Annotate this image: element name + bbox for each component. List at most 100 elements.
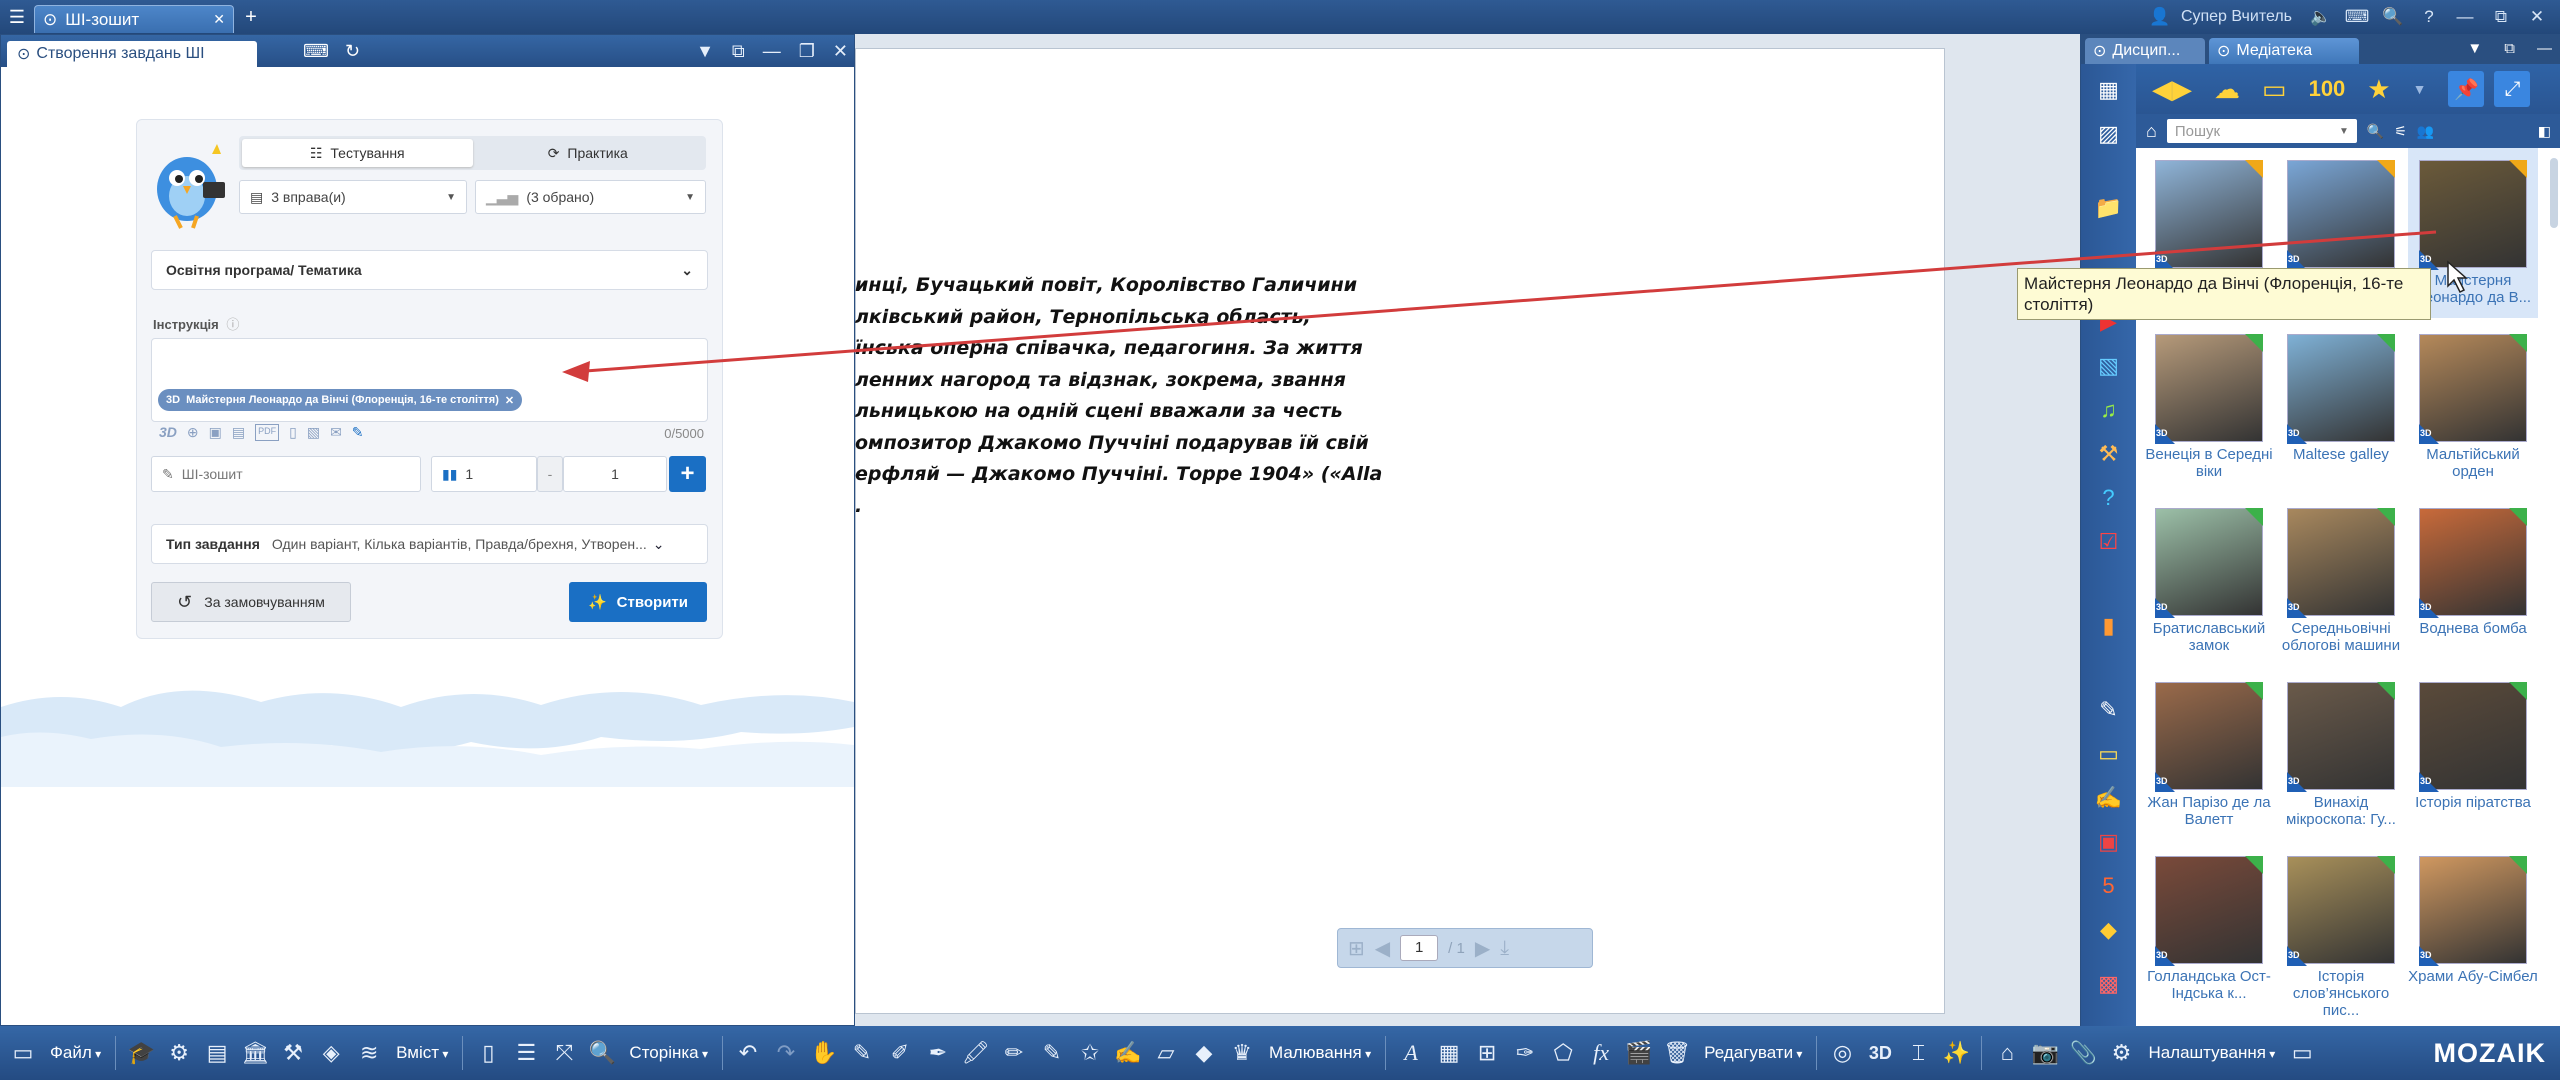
volume-icon[interactable]: 🔈 (2306, 7, 2336, 27)
default-button[interactable]: ↺ За замовчуванням (151, 582, 351, 622)
counter-100[interactable]: 100 (2309, 76, 2346, 102)
notebook-field[interactable]: ✎ ШІ-зошит (151, 456, 421, 492)
media-tile[interactable]: 3D Воднева бомба (2408, 496, 2538, 666)
open-book-icon[interactable]: ▭ (2094, 740, 2124, 768)
media-tile[interactable]: 3D Мальтійський орден (2408, 322, 2538, 492)
keyboard-icon[interactable]: ⌨ (303, 41, 329, 62)
clipboard-icon[interactable]: ▣ (209, 424, 222, 441)
tab-practice[interactable]: ⟳ Практика (473, 139, 704, 167)
media-caption[interactable]: Історія слов’янського пис... (2276, 968, 2406, 1019)
close-icon[interactable]: ✕ (2522, 7, 2552, 27)
cloud-icon[interactable]: ☁ (2214, 74, 2240, 105)
museum-icon[interactable]: 🏛 (240, 1040, 270, 1066)
notes-icon[interactable]: ▤ (202, 1040, 232, 1066)
formula-icon[interactable]: fx (1586, 1040, 1616, 1066)
media-tile[interactable]: 3D Середньовічні облогові машини (2276, 496, 2406, 666)
text-icon[interactable]: A (1396, 1040, 1426, 1066)
question-icon[interactable]: ? (2094, 484, 2124, 512)
exercises-select[interactable]: ▤ 3 вправа(и) ▼ (239, 180, 467, 214)
media-caption[interactable]: Мальтійський орден (2408, 446, 2538, 480)
3d-icon[interactable]: 3D (1865, 1043, 1895, 1064)
keyboard-icon[interactable]: ⌨ (2342, 7, 2372, 27)
page-icon[interactable]: ▯ (473, 1040, 503, 1066)
user-icon[interactable]: 👤 (2145, 7, 2175, 27)
document-tab[interactable]: ⊙ ШІ-зошит ✕ (34, 5, 234, 33)
pen-icon[interactable]: ✎ (352, 424, 364, 441)
pentagon-icon[interactable]: ⬠ (1548, 1040, 1578, 1066)
drawing-menu[interactable]: Малювання (1265, 1043, 1375, 1063)
current-page-input[interactable]: 1 (1400, 935, 1439, 961)
redo-icon[interactable]: ↷ (771, 1040, 801, 1066)
document-icon[interactable]: ▤ (232, 424, 245, 441)
users-icon[interactable]: 👥 (2417, 123, 2434, 140)
mail-icon[interactable]: ✉ (330, 424, 342, 441)
chevron-down-icon[interactable]: ▼ (2413, 81, 2427, 97)
trash-icon[interactable]: 🗑 (1662, 1040, 1692, 1066)
globe-icon[interactable]: ⊕ (187, 424, 199, 441)
star-icon[interactable]: ★ (2367, 74, 2390, 105)
media-tile[interactable]: 3D Голландська Ост-Індська к... (2144, 844, 2274, 1014)
diamond-icon[interactable]: ◈ (316, 1040, 346, 1066)
link-icon[interactable]: ⤧ (549, 1040, 579, 1066)
grid-icon[interactable]: ⊞ (1472, 1040, 1502, 1066)
media-tile[interactable]: 3D Храми Абу-Сімбел (2408, 844, 2538, 1014)
home-icon[interactable]: ⌂ (2146, 121, 2157, 142)
media-caption[interactable]: Воднева бомба (2408, 620, 2538, 637)
tools-icon[interactable]: ⚒ (2094, 440, 2124, 468)
add-button[interactable]: + (669, 456, 706, 492)
search-icon[interactable]: 🔍 (2367, 123, 2384, 140)
media-caption[interactable]: Жан Парізо де ла Валетт (2144, 794, 2274, 828)
page-menu[interactable]: Сторінка (625, 1043, 712, 1063)
file-menu[interactable]: Файл (46, 1043, 105, 1063)
media-tile[interactable]: 3D Венеція в Середні віки (2144, 322, 2274, 492)
pencil-icon[interactable]: ✎ (1037, 1040, 1067, 1066)
pen-icon[interactable]: ✎ (847, 1040, 877, 1066)
crown-icon[interactable]: ♛ (1227, 1040, 1257, 1066)
magic-icon[interactable]: ✨ (1941, 1040, 1971, 1066)
task-type-select[interactable]: Тип завдання Один варіант, Кілька варіан… (151, 524, 708, 564)
panel-detach-icon[interactable]: ⧉ (2504, 40, 2515, 57)
media-tile[interactable]: 3D Винахід мікроскопа: Гу... (2276, 670, 2406, 840)
panel-detach-icon[interactable]: ⧉ (732, 41, 745, 62)
media-caption[interactable]: Середньовічні облогові машини (2276, 620, 2406, 654)
window-icon[interactable]: ▭ (8, 1040, 38, 1066)
user-name[interactable]: Супер Вчитель (2181, 8, 2292, 26)
eraser-icon[interactable]: ▱ (1151, 1040, 1181, 1066)
arrows-icon[interactable]: ◀▶ (2152, 74, 2192, 105)
help-icon[interactable]: ? (2414, 7, 2444, 27)
media-caption[interactable]: Винахід мікроскопа: Гу... (2276, 794, 2406, 828)
edit-menu[interactable]: Редагувати (1700, 1043, 1806, 1063)
maximize-icon[interactable]: ⧉ (2486, 7, 2516, 27)
check-icon[interactable]: ☑ (2094, 528, 2124, 556)
collapse-icon[interactable]: ◧ (2538, 123, 2551, 140)
camera-icon[interactable]: 📷 (2030, 1040, 2060, 1066)
pencil-icon[interactable]: ✏ (999, 1040, 1029, 1066)
notes-icon[interactable]: ✎ (2094, 696, 2124, 724)
range-from-input[interactable]: ▮▮ 1 (431, 456, 537, 492)
pin-icon[interactable]: 📌 (2448, 71, 2485, 107)
zoom-icon[interactable]: 🔍 (587, 1040, 617, 1066)
attached-media-chip[interactable]: 3D Майстерня Леонардо да Вінчі (Флоренці… (158, 389, 523, 411)
folder-icon[interactable]: 📁 (2094, 194, 2124, 222)
scrollbar[interactable] (2550, 158, 2558, 228)
media-tile[interactable]: 3D Історія слов’янського пис... (2276, 844, 2406, 1019)
media-caption[interactable]: Венеція в Середні віки (2144, 446, 2274, 480)
tablet-icon[interactable]: ▯ (289, 424, 297, 441)
panel-minimize-icon[interactable]: — (2537, 40, 2552, 57)
create-button[interactable]: ✨ Створити (569, 582, 707, 622)
minimize-icon[interactable]: — (2450, 7, 2480, 27)
tab-disciplines[interactable]: ⊙ Дисцип... (2085, 38, 2205, 64)
music-icon[interactable]: ♫ (2094, 396, 2124, 424)
settings-menu[interactable]: Налаштування (2144, 1043, 2279, 1063)
search-input[interactable]: Пошук ▼ (2166, 119, 2357, 143)
panel-minimize-icon[interactable]: — (763, 41, 781, 62)
hammer-icon[interactable]: ⚒ (278, 1040, 308, 1066)
add-tab-icon[interactable]: + (234, 0, 268, 34)
media-tile[interactable]: 3D Історія піратства (2408, 670, 2538, 840)
chip-remove-icon[interactable]: ✕ (505, 394, 514, 407)
pen-icon[interactable]: ✒ (923, 1040, 953, 1066)
add-page-icon[interactable]: ⊞ (1348, 936, 1365, 961)
pattern-icon[interactable]: ▨ (2094, 120, 2124, 148)
html5-icon[interactable]: 5 (2094, 872, 2124, 900)
prev-page-icon[interactable]: ◀ (1375, 936, 1390, 961)
